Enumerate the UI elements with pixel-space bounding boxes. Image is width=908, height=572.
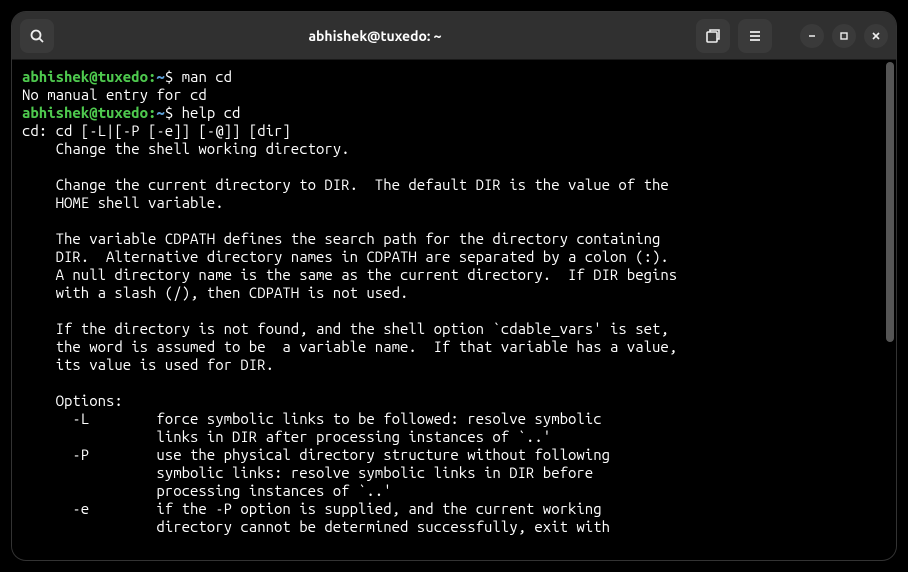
- menu-button[interactable]: [738, 19, 772, 53]
- prompt-path: ~: [156, 68, 164, 85]
- window-title: abhishek@tuxedo: ~: [62, 28, 688, 44]
- output-line: No manual entry for cd: [22, 86, 207, 103]
- help-line: Change the shell working directory.: [22, 140, 350, 157]
- prompt-user: abhishek@tuxedo: [22, 68, 148, 85]
- maximize-button[interactable]: [832, 24, 856, 48]
- help-line: cd: cd [-L|[-P [-e]] [-@]] [dir]: [22, 122, 291, 139]
- titlebar: abhishek@tuxedo: ~: [12, 12, 896, 60]
- help-line: the word is assumed to be a variable nam…: [22, 338, 677, 355]
- help-line: -L force symbolic links to be followed: …: [22, 410, 602, 427]
- help-line: HOME shell variable.: [22, 194, 224, 211]
- help-line: Change the current directory to DIR. The…: [22, 176, 669, 193]
- help-line: If the directory is not found, and the s…: [22, 320, 669, 337]
- terminal-window: abhishek@tuxedo: ~: [12, 12, 896, 560]
- help-line: links in DIR after processing instances …: [22, 428, 551, 445]
- help-line: -P use the physical directory structure …: [22, 446, 610, 463]
- search-button[interactable]: [20, 19, 54, 53]
- help-line: Options:: [22, 392, 123, 409]
- help-line: [22, 212, 56, 229]
- help-line: The variable CDPATH defines the search p…: [22, 230, 660, 247]
- help-line: directory cannot be determined successfu…: [22, 518, 610, 535]
- prompt-symbol: $: [165, 68, 173, 85]
- terminal-content[interactable]: abhishek@tuxedo:~$ man cd No manual entr…: [12, 60, 896, 560]
- search-icon: [29, 28, 45, 44]
- minimize-button[interactable]: [800, 24, 824, 48]
- help-line: -e if the -P option is supplied, and the…: [22, 500, 602, 517]
- help-line: symbolic links: resolve symbolic links i…: [22, 464, 593, 481]
- help-line: its value is used for DIR.: [22, 356, 274, 373]
- help-line: A null directory name is the same as the…: [22, 266, 677, 283]
- help-line: [22, 302, 56, 319]
- maximize-icon: [839, 31, 849, 41]
- help-line: [22, 158, 56, 175]
- minimize-icon: [807, 31, 817, 41]
- help-line: processing instances of `..': [22, 482, 392, 499]
- prompt-symbol: $: [165, 104, 173, 121]
- prompt-path: ~: [156, 104, 164, 121]
- scrollbar[interactable]: [886, 62, 894, 342]
- command-2: help cd: [182, 104, 241, 121]
- close-icon: [871, 31, 881, 41]
- prompt-user: abhishek@tuxedo: [22, 104, 148, 121]
- help-line: DIR. Alternative directory names in CDPA…: [22, 248, 669, 265]
- help-line: [22, 374, 56, 391]
- close-button[interactable]: [864, 24, 888, 48]
- command-1: man cd: [182, 68, 232, 85]
- new-tab-icon: [705, 28, 721, 44]
- help-line: with a slash (/), then CDPATH is not use…: [22, 284, 408, 301]
- new-tab-button[interactable]: [696, 19, 730, 53]
- hamburger-icon: [747, 28, 763, 44]
- terminal-text: abhishek@tuxedo:~$ man cd No manual entr…: [22, 68, 886, 536]
